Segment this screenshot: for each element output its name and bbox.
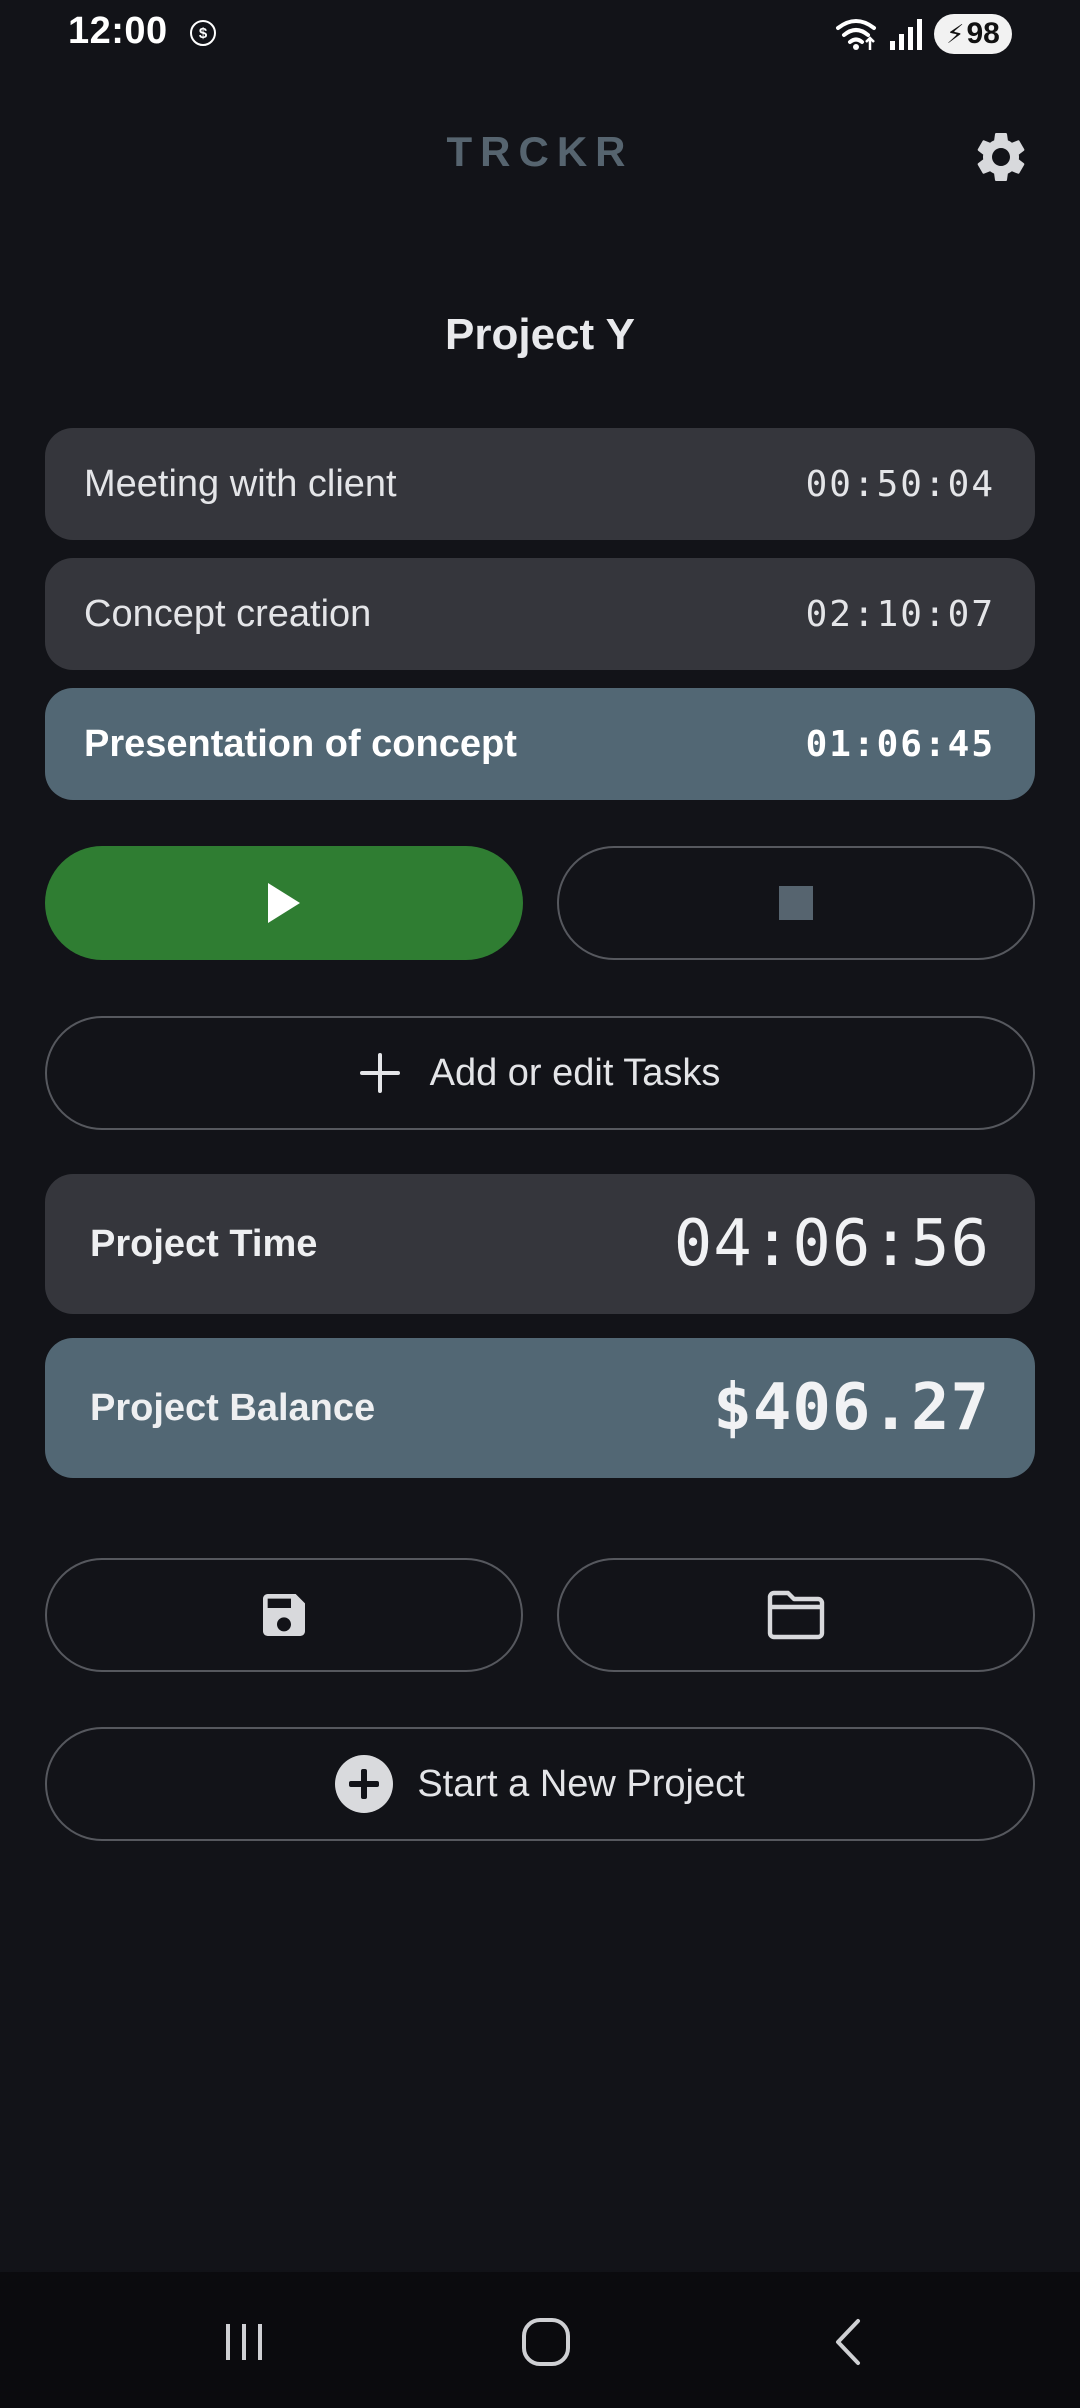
recent-apps-button[interactable] <box>184 2302 304 2382</box>
task-time: 02:10:07 <box>805 593 995 635</box>
system-nav-bar <box>0 2272 1080 2408</box>
stop-button[interactable] <box>557 846 1035 960</box>
start-new-project-label: Start a New Project <box>417 1762 745 1805</box>
stop-icon <box>779 886 813 920</box>
start-new-project-button[interactable]: Start a New Project <box>45 1727 1035 1841</box>
task-name: Meeting with client <box>84 462 397 505</box>
open-folder-button[interactable] <box>557 1558 1035 1672</box>
plus-icon <box>359 1053 400 1093</box>
project-time-value: 04:06:56 <box>673 1207 990 1281</box>
play-button[interactable] <box>45 846 523 960</box>
signal-icon <box>890 19 922 50</box>
save-icon <box>263 1594 305 1636</box>
project-balance-label: Project Balance <box>90 1386 376 1429</box>
play-icon <box>268 883 300 923</box>
task-item[interactable]: Concept creation 02:10:07 <box>45 558 1035 670</box>
app-screen: 12:00 $ ⚡ 98 TRCKR Project Y Meeting wit… <box>0 0 1080 2408</box>
task-item[interactable]: Meeting with client 00:50:04 <box>45 428 1035 540</box>
task-item-active[interactable]: Presentation of concept 01:06:45 <box>45 688 1035 800</box>
charging-icon: ⚡ <box>946 18 965 49</box>
settings-button[interactable] <box>970 126 1032 188</box>
project-balance-card: Project Balance $406.27 <box>45 1338 1035 1478</box>
folder-icon <box>767 1590 825 1640</box>
status-bar: 12:00 $ ⚡ 98 <box>0 0 1080 70</box>
task-time: 00:50:04 <box>805 463 995 505</box>
back-button[interactable] <box>788 2302 908 2382</box>
status-indicators: ⚡ 98 <box>834 12 1012 56</box>
app-title: TRCKR <box>446 128 634 175</box>
project-time-label: Project Time <box>90 1222 318 1265</box>
project-balance-value: $406.27 <box>713 1371 990 1445</box>
dollar-notification-icon: $ <box>190 20 216 46</box>
add-edit-tasks-label: Add or edit Tasks <box>429 1051 721 1094</box>
status-time: 12:00 <box>68 10 168 52</box>
recent-apps-icon <box>226 2324 262 2360</box>
gear-icon <box>977 133 1025 181</box>
back-icon <box>836 2319 860 2365</box>
home-button[interactable] <box>486 2302 606 2382</box>
task-time: 01:06:45 <box>805 723 995 765</box>
task-name: Concept creation <box>84 592 372 635</box>
home-icon <box>522 2318 570 2366</box>
project-time-card: Project Time 04:06:56 <box>45 1174 1035 1314</box>
add-edit-tasks-button[interactable]: Add or edit Tasks <box>45 1016 1035 1130</box>
project-name: Project Y <box>445 310 635 359</box>
save-button[interactable] <box>45 1558 523 1672</box>
add-circle-icon <box>335 1755 394 1813</box>
wifi-icon <box>836 19 876 50</box>
battery-indicator: ⚡ 98 <box>934 14 1012 54</box>
battery-level: 98 <box>966 17 1000 50</box>
task-name: Presentation of concept <box>84 722 517 765</box>
